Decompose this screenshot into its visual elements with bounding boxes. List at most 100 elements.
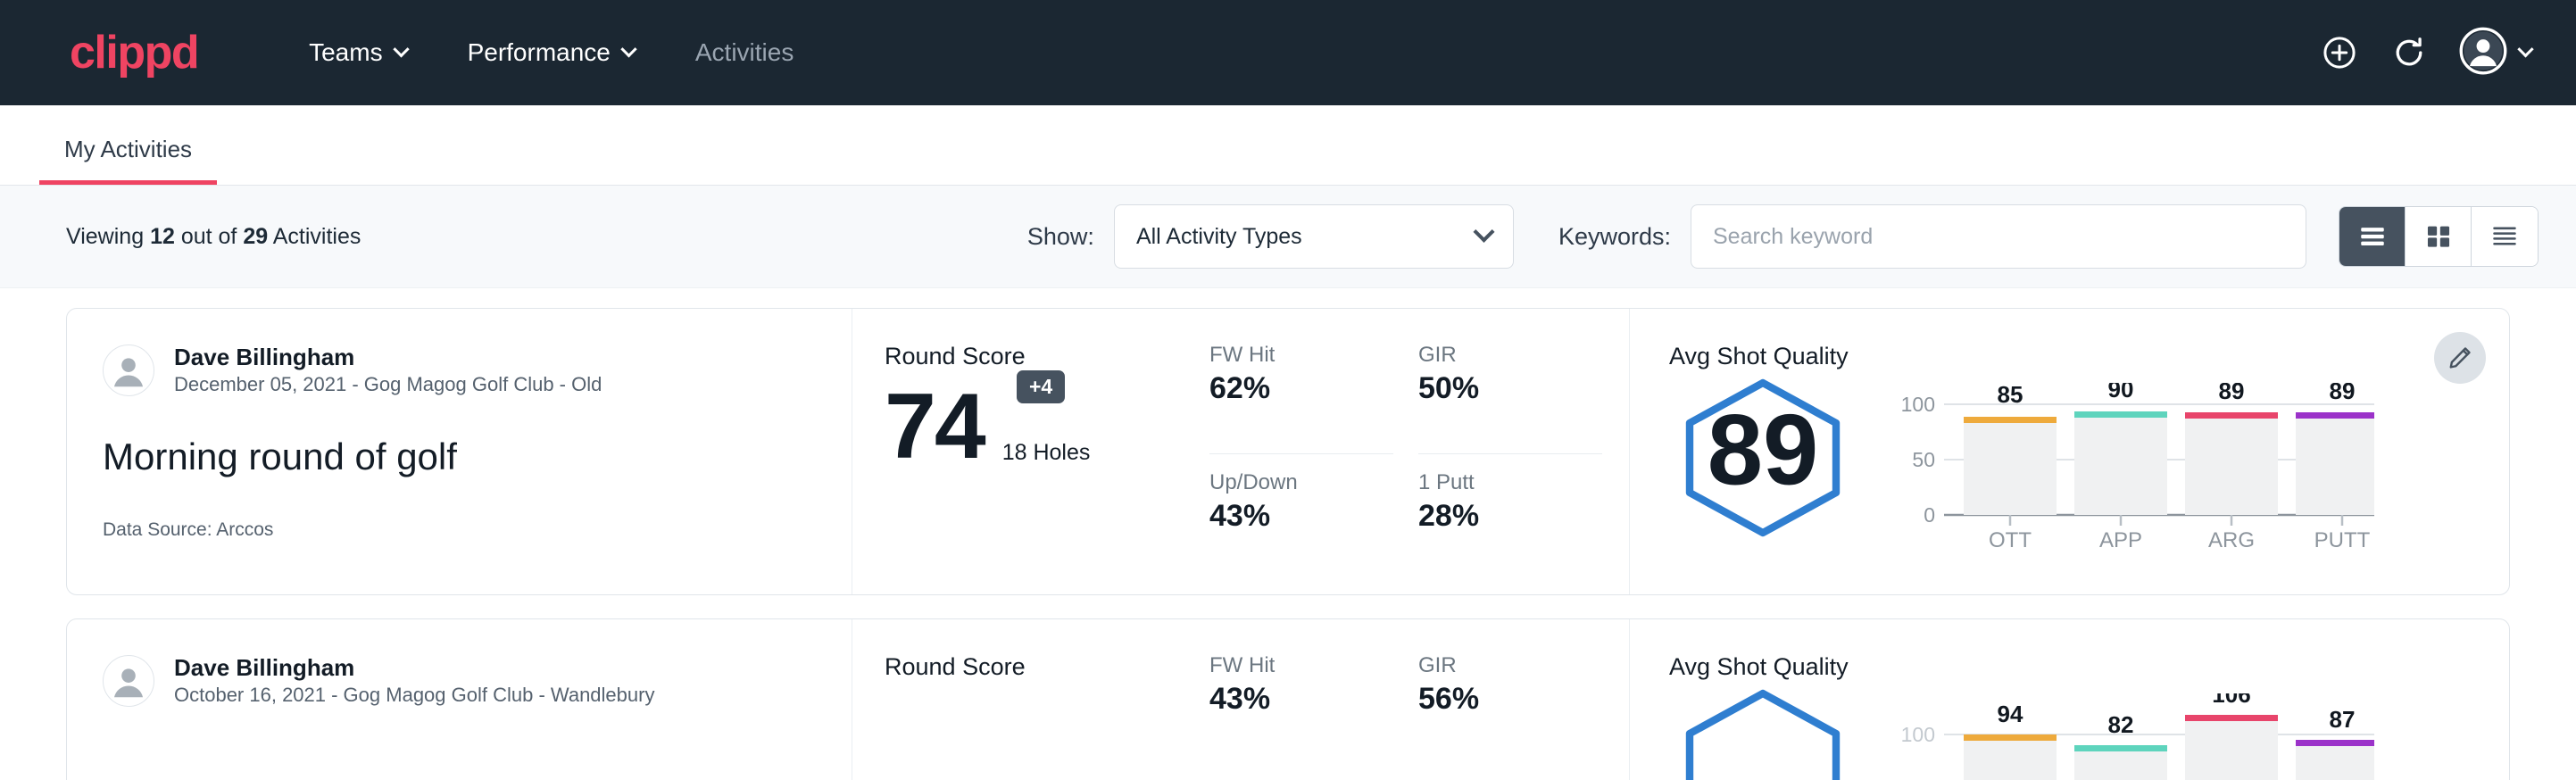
stat-gir: GIR 56% [1418,651,1602,780]
avatar [103,344,154,396]
avatar [103,655,154,707]
stat-gir-label: GIR [1418,341,1593,369]
activity-card[interactable]: Dave Billingham December 05, 2021 - Gog … [66,308,2510,595]
stat-gir-value: 56% [1418,680,1593,718]
stat-fw-hit-value: 43% [1209,680,1384,718]
bar-app [2074,749,2167,780]
filter-toolbar: Viewing 12 out of 29 Activities Show: Al… [0,186,2576,288]
nav-item-teams-label: Teams [309,38,382,67]
shot-quality-bar-chart: 100 94 82 106 87 [1857,686,2473,780]
stat-fw-hit: FW Hit 62% [1209,341,1393,454]
edit-activity-button[interactable] [2434,332,2486,384]
search-keyword-box[interactable] [1691,204,2306,269]
owner-name: Dave Billingham [174,653,654,683]
stat-one-putt: 1 Putt 28% [1418,469,1602,568]
activity-owner-text: Dave Billingham October 16, 2021 - Gog M… [174,653,654,709]
stat-fw-hit-label: FW Hit [1209,651,1384,680]
clippd-logo[interactable]: clippd [70,29,198,76]
activity-owner: Dave Billingham December 05, 2021 - Gog … [103,343,816,398]
avg-shot-quality-heading: Avg Shot Quality [1669,343,2473,370]
stat-fw-hit-label: FW Hit [1209,341,1384,369]
activity-owner-text: Dave Billingham December 05, 2021 - Gog … [174,343,602,398]
nav-actions [2320,27,2531,79]
chevron-down-icon [620,41,636,57]
pencil-icon [2447,344,2473,371]
refresh-icon[interactable] [2389,33,2429,72]
avg-shot-quality-section: Avg Shot Quality 89 100 [1629,309,2509,594]
activity-card-summary: Dave Billingham October 16, 2021 - Gog M… [67,619,852,780]
stat-up-down: Up/Down 43% [1209,469,1393,568]
bar-putt-cap [2296,412,2374,419]
viewing-prefix: Viewing [66,224,144,249]
chevron-down-icon [393,41,409,57]
bar-putt-label: PUTT [2314,528,2371,552]
round-score-heading: Round Score [885,343,1209,370]
activity-card-summary: Dave Billingham December 05, 2021 - Gog … [67,309,852,594]
bar-ott-label: OTT [1989,528,2032,552]
bar-app-cap [2074,411,2167,418]
activity-type-select[interactable]: All Activity Types [1114,204,1514,269]
bar-app-cap [2074,745,2167,751]
view-mode-list-button[interactable] [2339,207,2406,266]
avg-shot-quality-body: 89 100 50 0 [1669,376,2473,557]
nav-item-performance[interactable]: Performance [437,38,665,67]
nav-item-activities[interactable]: Activities [665,38,824,67]
primary-nav: Teams Performance Activities [278,38,824,67]
stat-gir-value: 50% [1418,369,1593,408]
bar-app-label: APP [2099,528,2142,552]
chevron-down-icon [2517,41,2533,57]
plus-circle-icon[interactable] [2320,33,2359,72]
bar-chart-svg: 100 50 0 85 OTT 90 APP [1892,383,2374,552]
viewing-count: 12 [150,224,175,249]
account-menu[interactable] [2459,27,2531,79]
bar-app [2074,415,2167,515]
round-score-value: 74 [885,383,985,471]
show-label: Show: [1027,223,1094,251]
bar-ott-value: 94 [1998,701,2023,727]
avg-shot-quality-section: Avg Shot Quality 100 94 [1629,619,2509,780]
ytick-100: 100 [1901,393,1935,416]
bar-ott-cap [1964,734,2057,741]
page-tabs: My Activities [0,105,2576,186]
round-stats-grid: FW Hit 62% GIR 50% Up/Down 43% 1 Putt 28… [1209,309,1629,594]
bar-putt-value: 89 [2330,383,2356,404]
round-score-row: 74 +4 18 Holes [885,383,1209,471]
chevron-down-icon [1473,220,1494,242]
bar-ott [1964,738,2057,780]
nav-item-performance-label: Performance [468,38,611,67]
view-mode-compact-button[interactable] [2472,207,2538,266]
bar-putt [2296,416,2374,515]
nav-item-activities-label: Activities [695,38,794,67]
owner-meta: October 16, 2021 - Gog Magog Golf Club -… [174,683,654,709]
bar-putt-value: 87 [2330,706,2356,733]
nav-item-teams[interactable]: Teams [278,38,436,67]
quality-score-value: 89 [1708,394,1819,506]
activity-type-select-value: All Activity Types [1136,224,1302,250]
owner-name: Dave Billingham [174,343,602,372]
bar-arg-label: ARG [2208,528,2255,552]
avg-shot-quality-heading: Avg Shot Quality [1669,653,2473,681]
view-mode-grid-button[interactable] [2406,207,2472,266]
stat-fw-hit-value: 62% [1209,369,1384,408]
viewing-mid: out of [181,224,237,249]
bar-ott [1964,420,2057,515]
round-score-section: Round Score 74 +4 18 Holes [852,309,1209,594]
round-score-badge: +4 [1017,370,1065,403]
round-stats-grid: FW Hit 43% GIR 56% [1209,619,1629,780]
tab-my-activities[interactable]: My Activities [39,137,217,185]
bar-putt-cap [2296,740,2374,746]
activity-owner: Dave Billingham October 16, 2021 - Gog M… [103,653,816,709]
quality-hexagon: 89 [1669,376,1857,540]
activity-card[interactable]: Dave Billingham October 16, 2021 - Gog M… [66,618,2510,780]
owner-meta: December 05, 2021 - Gog Magog Golf Club … [174,372,602,398]
filter-controls: Show: All Activity Types Keywords: [1027,204,2539,269]
search-input[interactable] [1713,224,2284,250]
account-avatar-icon [2459,27,2507,79]
ytick-0: 0 [1924,503,1935,527]
view-mode-toggle-group [2339,206,2539,267]
stat-gir-label: GIR [1418,651,1593,680]
activity-data-source: Data Source: Arccos [103,519,816,541]
stat-gir: GIR 50% [1418,341,1602,454]
activity-card-list: Dave Billingham December 05, 2021 - Gog … [0,288,2576,780]
stat-one-putt-label: 1 Putt [1418,469,1593,497]
